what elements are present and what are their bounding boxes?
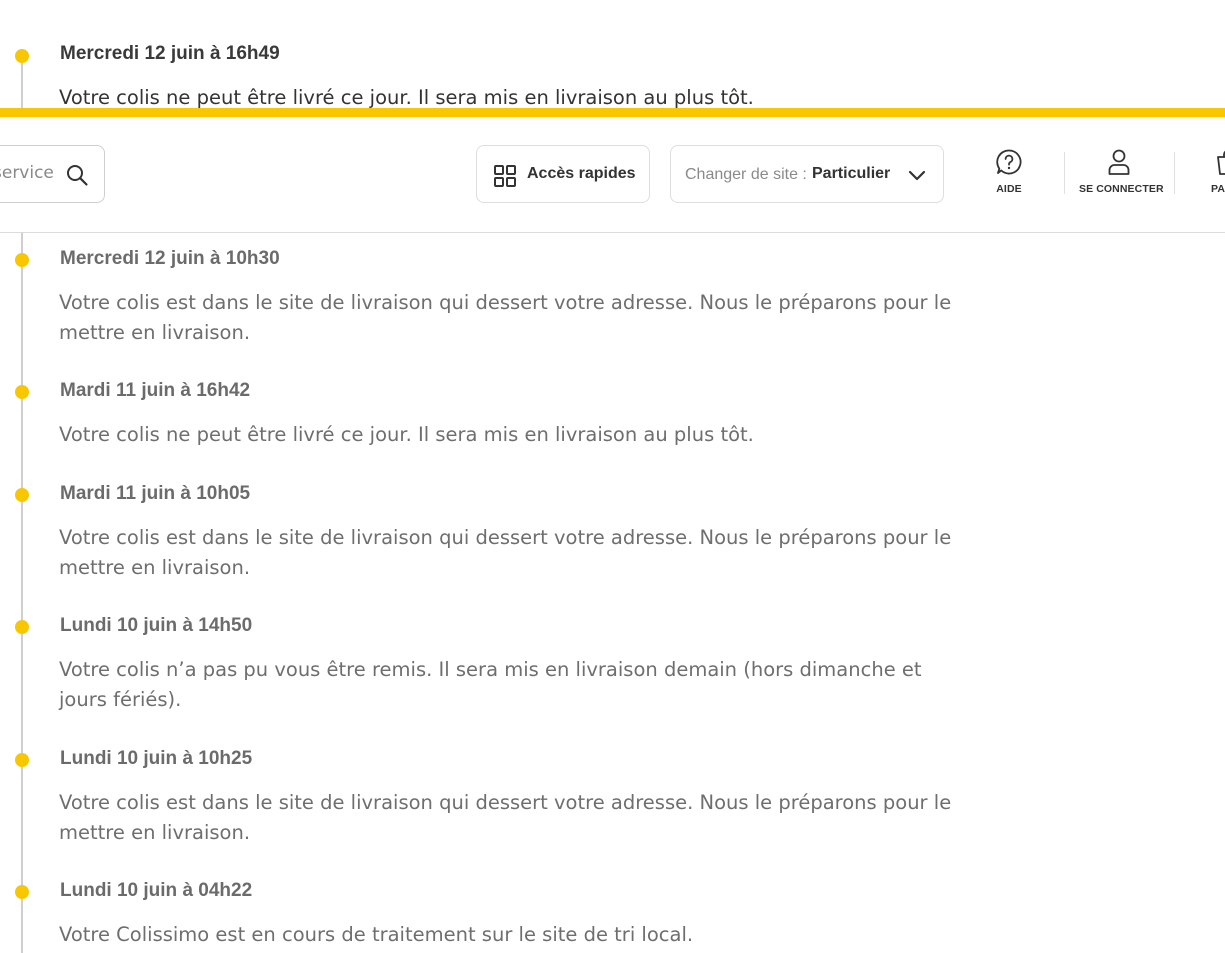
timeline-dot (15, 253, 29, 267)
timeline-event: Lundi 10 juin à 04h22 Votre Colissimo es… (0, 880, 980, 950)
event-date: Mardi 11 juin à 16h42 (60, 380, 251, 401)
search-placeholder: service ... (0, 163, 55, 183)
event-message: Votre colis est dans le site de livraiso… (59, 291, 952, 344)
timeline-dot (15, 49, 29, 63)
timeline-dot (15, 488, 29, 502)
event-date: Mercredi 12 juin à 10h30 (60, 248, 280, 269)
timeline-event: Lundi 10 juin à 10h25 Votre colis est da… (0, 748, 980, 868)
search-input[interactable]: service ... (0, 145, 105, 203)
timeline-event: Lundi 10 juin à 14h50 Votre colis n’a pa… (0, 615, 980, 735)
event-message: Votre colis n’a pas pu vous être remis. … (59, 658, 922, 711)
event-message: Votre colis est dans le site de livraiso… (59, 791, 952, 844)
grid-icon (494, 165, 516, 187)
header-divider (1174, 152, 1175, 194)
timeline-event: Mardi 11 juin à 16h42 Votre colis ne peu… (0, 380, 980, 460)
quick-access-button[interactable]: Accès rapides (476, 145, 650, 203)
site-switch-dropdown[interactable]: Changer de site : Particulier (670, 145, 944, 203)
search-icon[interactable] (65, 163, 89, 187)
event-date: Lundi 10 juin à 04h22 (60, 880, 253, 901)
event-date: Lundi 10 juin à 10h25 (60, 748, 253, 769)
help-icon (996, 149, 1022, 175)
quick-access-label: Accès rapides (527, 165, 636, 182)
timeline-dot (15, 620, 29, 634)
timeline-event: Mardi 11 juin à 10h05 Votre colis est da… (0, 483, 980, 603)
timeline-event: Mercredi 12 juin à 16h49 Votre colis ne … (0, 43, 980, 113)
login-button[interactable]: SE CONNECTER (1079, 148, 1164, 200)
event-date: Mardi 11 juin à 10h05 (60, 483, 251, 504)
site-switch-value: Particulier (812, 165, 891, 182)
login-label: SE CONNECTER (1079, 183, 1164, 195)
site-switch-prefix: Changer de site : (685, 166, 807, 183)
event-date: Mercredi 12 juin à 16h49 (60, 43, 280, 64)
event-message: Votre colis ne peut être livré ce jour. … (59, 423, 754, 446)
tracking-page: Mercredi 12 juin à 16h49 Votre colis ne … (0, 0, 1225, 953)
help-label: AIDE (996, 183, 1022, 195)
event-message: Votre Colissimo est en cours de traiteme… (59, 923, 694, 946)
timeline-dot (15, 753, 29, 767)
timeline-event: Mercredi 12 juin à 10h30 Votre colis est… (0, 248, 980, 368)
cart-label: PANIER (1211, 183, 1225, 195)
chevron-down-icon (908, 170, 926, 181)
cart-icon (1217, 150, 1225, 175)
event-date: Lundi 10 juin à 14h50 (60, 615, 253, 636)
header-divider (1064, 152, 1065, 194)
header-accent-bar (0, 108, 1225, 117)
event-message: Votre colis est dans le site de livraiso… (59, 526, 952, 579)
cart-button[interactable]: PANIER (1205, 148, 1225, 200)
user-icon (1108, 149, 1130, 175)
site-header: service ... Accès rapides Changer de sit… (0, 108, 1225, 233)
help-button[interactable]: AIDE (984, 148, 1034, 200)
timeline-dot (15, 885, 29, 899)
timeline-dot (15, 385, 29, 399)
